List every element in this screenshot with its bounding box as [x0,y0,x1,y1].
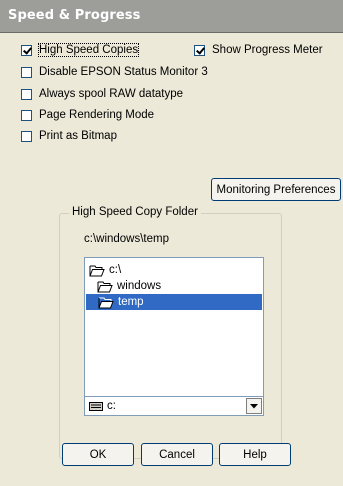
dropdown-arrow-icon[interactable] [246,398,262,414]
show-progress-meter-checkbox[interactable]: Show Progress Meter [194,42,323,58]
high-speed-copies-label: High Speed Copies [37,43,140,57]
open-folder-icon [89,265,105,276]
ok-button-label: OK [89,448,107,461]
drive-icon [89,402,103,411]
tree-item-label: windows [117,280,162,292]
checkbox-box[interactable] [21,66,32,78]
disable-status-monitor-label: Disable EPSON Status Monitor 3 [39,66,208,78]
monitoring-preferences-button[interactable]: Monitoring Preferences [211,178,341,201]
disable-status-monitor-checkbox[interactable]: Disable EPSON Status Monitor 3 [21,64,208,80]
help-button-label: Help [243,448,267,461]
drive-value: c: [107,400,116,412]
help-button[interactable]: Help [219,443,291,466]
open-folder-icon [97,281,113,292]
print-as-bitmap-checkbox[interactable]: Print as Bitmap [21,128,117,144]
page-rendering-mode-label: Page Rendering Mode [39,109,155,121]
ok-button[interactable]: OK [62,443,134,466]
tree-item-temp[interactable]: temp [86,294,262,310]
window-title: Speed & Progress [8,8,141,23]
drive-select[interactable]: c: [84,396,264,416]
cancel-button-label: Cancel [159,448,195,461]
always-spool-raw-checkbox[interactable]: Always spool RAW datatype [21,86,183,102]
tree-item-label: c:\ [109,264,122,276]
tree-item-root[interactable]: c:\ [89,262,259,278]
folder-tree[interactable]: c:\ windows temp [84,257,264,407]
tree-item-label: temp [118,296,144,308]
current-path: c:\windows\temp [84,233,170,245]
always-spool-raw-label: Always spool RAW datatype [39,88,184,100]
tree-item-windows[interactable]: windows [97,278,257,294]
checkbox-box[interactable] [21,109,32,121]
high-speed-copies-checkbox[interactable]: High Speed Copies [21,42,140,58]
cancel-button[interactable]: Cancel [141,443,213,466]
checkbox-box[interactable] [21,88,32,100]
open-folder-icon [98,297,114,308]
show-progress-meter-label: Show Progress Meter [212,44,323,56]
print-as-bitmap-label: Print as Bitmap [39,130,117,142]
checkbox-box[interactable] [194,44,205,56]
title-bar: Speed & Progress [0,0,343,33]
checkbox-box[interactable] [21,44,32,56]
copy-folder-legend: High Speed Copy Folder [69,206,201,218]
checkbox-box[interactable] [21,130,32,142]
page-rendering-mode-checkbox[interactable]: Page Rendering Mode [21,107,154,123]
